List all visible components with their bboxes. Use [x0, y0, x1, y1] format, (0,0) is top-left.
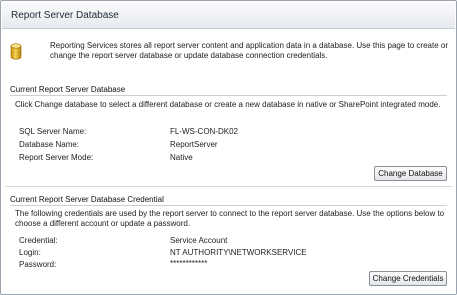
- page-title: Report Server Database: [11, 10, 119, 21]
- field-value-login: NT AUTHORITY\NETWORKSERVICE: [170, 248, 307, 257]
- field-value-report-server-mode: Native: [170, 153, 193, 162]
- field-value-database-name: ReportServer: [170, 140, 218, 149]
- current-database-description: Click Change database to select a differ…: [15, 100, 441, 109]
- report-server-database-panel: Report Server Database Reporting Service…: [0, 0, 457, 295]
- intro-text: Reporting Services stores all report ser…: [50, 41, 449, 60]
- change-database-button[interactable]: Change Database: [374, 166, 447, 181]
- field-label-login: Login:: [19, 248, 41, 257]
- field-value-sql-server-name: FL-WS-CON-DK02: [170, 127, 239, 136]
- change-credentials-button[interactable]: Change Credentials: [369, 271, 447, 286]
- field-label-database-name: Database Name:: [19, 140, 80, 149]
- field-label-password: Password:: [19, 260, 57, 269]
- section-title-credential: Current Report Server Database Credentia…: [10, 195, 164, 204]
- database-icon: [10, 43, 22, 60]
- section-title-current-database: Current Report Server Database: [10, 85, 126, 94]
- field-value-credential: Service Account: [170, 236, 228, 245]
- section-divider: [10, 95, 447, 96]
- section-separator: [5, 186, 452, 187]
- credential-description: The following credentials are used by th…: [15, 209, 445, 228]
- section-divider: [10, 205, 447, 206]
- field-value-password: ************: [170, 259, 208, 268]
- page-header: Report Server Database: [2, 2, 455, 29]
- field-label-sql-server-name: SQL Server Name:: [19, 127, 87, 136]
- field-label-report-server-mode: Report Server Mode:: [19, 153, 94, 162]
- field-label-credential: Credential:: [19, 236, 58, 245]
